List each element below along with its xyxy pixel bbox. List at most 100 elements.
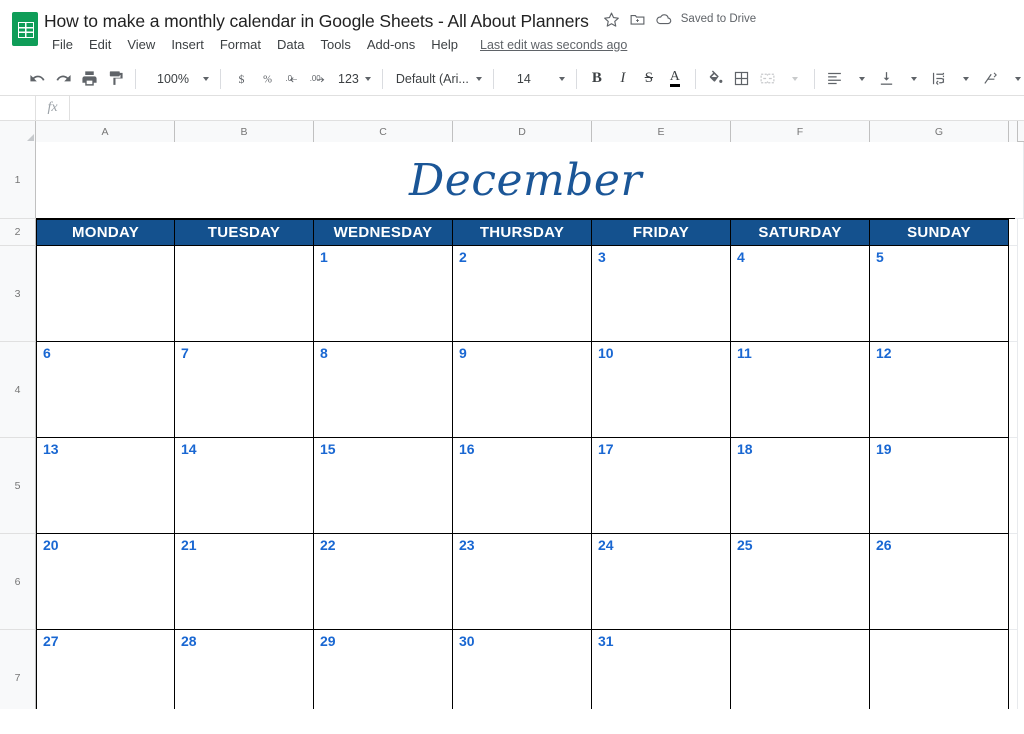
day-header-tuesday[interactable]: TUESDAY [175, 219, 314, 246]
calendar-day-cell[interactable]: 25 [731, 534, 870, 630]
column-header-g[interactable]: G [870, 121, 1009, 142]
calendar-month-title[interactable]: December [36, 142, 1015, 219]
calendar-day-cell[interactable]: 12 [870, 342, 1009, 438]
calendar-day-cell[interactable]: 14 [175, 438, 314, 534]
calendar-day-cell[interactable]: 23 [453, 534, 592, 630]
menu-item-edit[interactable]: Edit [81, 34, 119, 55]
formula-input[interactable] [70, 96, 1024, 120]
cell-h2[interactable] [1009, 219, 1018, 246]
cell-h4[interactable] [1009, 342, 1018, 438]
name-box[interactable] [0, 96, 36, 120]
calendar-day-cell[interactable]: 1 [314, 246, 453, 342]
menu-item-insert[interactable]: Insert [163, 34, 212, 55]
horizontal-align-caret[interactable] [848, 66, 874, 92]
calendar-day-cell[interactable]: 29 [314, 630, 453, 709]
strikethrough-button[interactable]: S [636, 66, 662, 92]
merge-options-caret[interactable] [781, 66, 807, 92]
text-rotation-icon[interactable] [978, 66, 1004, 92]
row-header-4[interactable]: 4 [0, 342, 36, 438]
undo-icon[interactable] [24, 66, 50, 92]
number-format-selector[interactable]: 123 [332, 66, 375, 92]
paint-format-icon[interactable] [102, 66, 128, 92]
day-header-friday[interactable]: FRIDAY [592, 219, 731, 246]
redo-icon[interactable] [50, 66, 76, 92]
calendar-day-cell[interactable] [870, 630, 1009, 709]
zoom-selector[interactable]: 100% [143, 66, 213, 92]
menu-item-view[interactable]: View [119, 34, 163, 55]
font-selector[interactable]: Default (Ari... [390, 66, 486, 92]
calendar-day-cell[interactable]: 7 [175, 342, 314, 438]
calendar-day-cell[interactable]: 18 [731, 438, 870, 534]
column-header-a[interactable]: A [36, 121, 175, 142]
calendar-day-cell[interactable]: 4 [731, 246, 870, 342]
cell-h5[interactable] [1009, 438, 1018, 534]
increase-decimal-icon[interactable]: .00 [306, 66, 332, 92]
calendar-day-cell[interactable]: 20 [36, 534, 175, 630]
calendar-day-cell[interactable] [731, 630, 870, 709]
calendar-day-cell[interactable]: 22 [314, 534, 453, 630]
calendar-day-cell[interactable] [36, 246, 175, 342]
menu-item-data[interactable]: Data [269, 34, 312, 55]
calendar-day-cell[interactable] [175, 246, 314, 342]
row-header-1[interactable]: 1 [0, 142, 36, 219]
calendar-day-cell[interactable]: 27 [36, 630, 175, 709]
calendar-day-cell[interactable]: 21 [175, 534, 314, 630]
cell-h6[interactable] [1009, 534, 1018, 630]
menu-item-help[interactable]: Help [423, 34, 466, 55]
calendar-day-cell[interactable]: 30 [453, 630, 592, 709]
select-all-corner[interactable] [0, 121, 36, 142]
print-icon[interactable] [76, 66, 102, 92]
column-header-f[interactable]: F [731, 121, 870, 142]
day-header-monday[interactable]: MONDAY [36, 219, 175, 246]
column-header-c[interactable]: C [314, 121, 453, 142]
currency-dollar-icon[interactable]: $ [228, 66, 254, 92]
calendar-day-cell[interactable]: 5 [870, 246, 1009, 342]
vertical-align-caret[interactable] [900, 66, 926, 92]
cell-h1[interactable] [1015, 142, 1024, 219]
row-header-7[interactable]: 7 [0, 630, 36, 709]
text-wrapping-caret[interactable] [952, 66, 978, 92]
calendar-day-cell[interactable]: 6 [36, 342, 175, 438]
row-header-5[interactable]: 5 [0, 438, 36, 534]
calendar-day-cell[interactable]: 19 [870, 438, 1009, 534]
calendar-day-cell[interactable]: 15 [314, 438, 453, 534]
calendar-day-cell[interactable]: 16 [453, 438, 592, 534]
decrease-decimal-icon[interactable]: .0 [280, 66, 306, 92]
text-color-button[interactable]: A [662, 66, 688, 92]
menu-item-tools[interactable]: Tools [312, 34, 358, 55]
star-outline-icon[interactable] [599, 6, 625, 32]
menu-item-format[interactable]: Format [212, 34, 269, 55]
vertical-align-icon[interactable] [874, 66, 900, 92]
menu-item-file[interactable]: File [44, 34, 81, 55]
row-header-6[interactable]: 6 [0, 534, 36, 630]
row-header-2[interactable]: 2 [0, 219, 36, 246]
calendar-day-cell[interactable]: 9 [453, 342, 592, 438]
column-header-e[interactable]: E [592, 121, 731, 142]
calendar-day-cell[interactable]: 13 [36, 438, 175, 534]
menu-item-add-ons[interactable]: Add-ons [359, 34, 423, 55]
calendar-day-cell[interactable]: 11 [731, 342, 870, 438]
text-rotation-caret[interactable] [1004, 66, 1024, 92]
cell-h7[interactable] [1009, 630, 1018, 709]
google-sheets-icon[interactable] [12, 12, 38, 46]
calendar-day-cell[interactable]: 8 [314, 342, 453, 438]
column-header-d[interactable]: D [453, 121, 592, 142]
percent-icon[interactable]: % [254, 66, 280, 92]
calendar-day-cell[interactable]: 2 [453, 246, 592, 342]
day-header-saturday[interactable]: SATURDAY [731, 219, 870, 246]
borders-icon[interactable] [729, 66, 755, 92]
calendar-day-cell[interactable]: 26 [870, 534, 1009, 630]
column-header-h[interactable] [1009, 121, 1018, 142]
calendar-day-cell[interactable]: 31 [592, 630, 731, 709]
day-header-wednesday[interactable]: WEDNESDAY [314, 219, 453, 246]
calendar-day-cell[interactable]: 10 [592, 342, 731, 438]
calendar-day-cell[interactable]: 17 [592, 438, 731, 534]
row-header-3[interactable]: 3 [0, 246, 36, 342]
column-header-b[interactable]: B [175, 121, 314, 142]
calendar-day-cell[interactable]: 3 [592, 246, 731, 342]
fill-color-icon[interactable] [703, 66, 729, 92]
day-header-thursday[interactable]: THURSDAY [453, 219, 592, 246]
calendar-day-cell[interactable]: 24 [592, 534, 731, 630]
bold-button[interactable]: B [584, 66, 610, 92]
font-size-selector[interactable]: 14 [501, 66, 569, 92]
